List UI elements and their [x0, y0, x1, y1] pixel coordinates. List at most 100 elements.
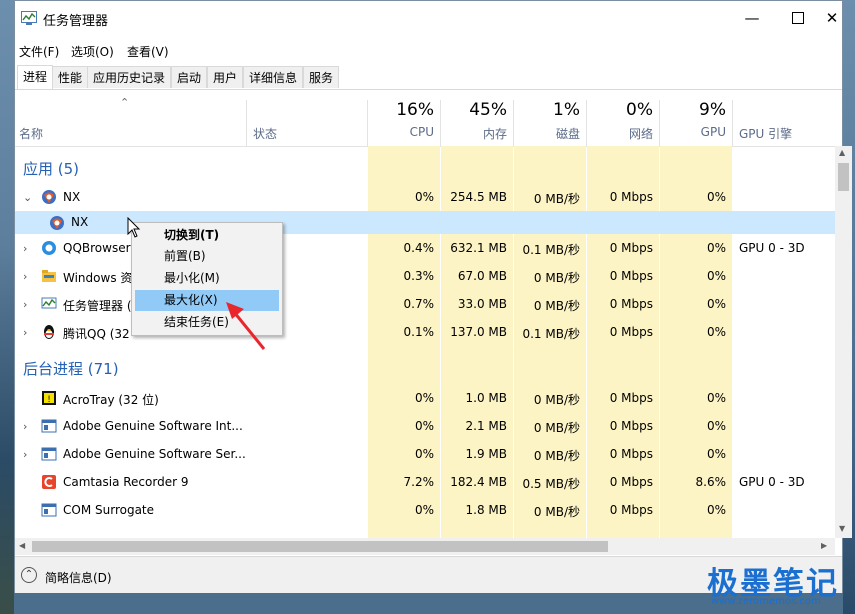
process-list: 应用 (5) ⌄ NX 0% 254.5 MB 0 MB/秒 0 Mbps 0%…: [15, 146, 835, 538]
title-bar[interactable]: 任务管理器 — ✕: [15, 1, 842, 35]
menu-file[interactable]: 文件(F): [19, 43, 59, 60]
vertical-scroll-thumb[interactable]: [838, 163, 849, 191]
cpu-value: 0%: [414, 503, 434, 517]
cpu-value: 0.4%: [403, 241, 435, 255]
process-name: COM Surrogate: [63, 503, 155, 517]
tab-details[interactable]: 详细信息: [243, 66, 304, 88]
ctx-switch-to[interactable]: 切换到(T): [135, 225, 279, 246]
cpu-value: 0%: [414, 391, 434, 405]
disk-percent[interactable]: 1%: [520, 100, 580, 120]
tab-performance[interactable]: 性能: [52, 66, 89, 88]
gpu-percent[interactable]: 9%: [665, 100, 726, 120]
horizontal-scrollbar[interactable]: ◀ ▶: [15, 538, 835, 555]
gpu-value: 0%: [706, 190, 726, 204]
close-icon: ✕: [825, 9, 839, 27]
chevron-right-icon[interactable]: ›: [23, 448, 27, 461]
chevron-right-icon[interactable]: ›: [23, 326, 27, 339]
chevron-right-icon[interactable]: ›: [23, 242, 27, 255]
service-window-icon: [41, 503, 57, 517]
cpu-value: 0%: [414, 190, 434, 204]
cpu-value: 0.7%: [403, 297, 435, 311]
disk-value: 0 MB/秒: [533, 192, 580, 206]
network-value: 0 Mbps: [609, 391, 653, 405]
table-row[interactable]: COM Surrogate 0% 1.8 MB 0 MB/秒 0 Mbps 0%: [15, 496, 835, 524]
maximize-button[interactable]: [775, 1, 821, 35]
qq-penguin-icon: [44, 325, 54, 339]
table-row[interactable]: Camtasia Recorder 9 7.2% 182.4 MB 0.5 MB…: [15, 468, 835, 496]
scroll-left-icon[interactable]: ◀: [19, 541, 25, 550]
gpu-value: 0%: [706, 297, 726, 311]
chevron-right-icon[interactable]: ›: [23, 298, 27, 311]
ctx-bring-to-front[interactable]: 前置(B): [135, 246, 279, 267]
tab-processes[interactable]: 进程: [17, 65, 54, 89]
cpu-percent[interactable]: 16%: [375, 100, 434, 120]
column-gpu-engine[interactable]: GPU 引擎: [739, 125, 792, 142]
gpu-value: 0%: [706, 391, 726, 405]
chevron-right-icon[interactable]: ›: [23, 270, 27, 283]
column-separator: [513, 100, 514, 146]
network-value: 0 Mbps: [609, 475, 653, 489]
column-memory[interactable]: 内存: [445, 125, 507, 142]
network-value: 0 Mbps: [609, 297, 653, 311]
memory-value: 1.8 MB: [465, 503, 507, 517]
column-disk[interactable]: 磁盘: [520, 125, 580, 142]
camtasia-icon: [42, 475, 56, 489]
column-gpu[interactable]: GPU: [665, 125, 726, 139]
svg-text:!: !: [47, 395, 51, 405]
network-value: 0 Mbps: [609, 269, 653, 283]
memory-value: 1.0 MB: [465, 391, 507, 405]
menu-view[interactable]: 查看(V): [127, 43, 169, 60]
disk-value: 0 MB/秒: [533, 421, 580, 435]
menu-options[interactable]: 选项(O): [71, 43, 114, 60]
task-manager-icon: [41, 297, 57, 309]
process-name: Camtasia Recorder 9: [63, 475, 189, 489]
tab-bar: 进程 性能 应用历史记录 启动 用户 详细信息 服务: [15, 63, 842, 90]
memory-percent[interactable]: 45%: [445, 100, 507, 120]
table-row[interactable]: › Adobe Genuine Software Ser... 0% 1.9 M…: [15, 440, 835, 468]
tab-app-history[interactable]: 应用历史记录: [87, 66, 172, 88]
column-cpu[interactable]: CPU: [375, 125, 434, 139]
table-row[interactable]: ! AcroTray (32 位) 0% 1.0 MB 0 MB/秒 0 Mbp…: [15, 384, 835, 412]
scroll-down-icon[interactable]: ▼: [839, 524, 845, 533]
column-name[interactable]: 名称: [19, 125, 43, 142]
memory-value: 1.9 MB: [465, 447, 507, 461]
gpu-value: 0%: [706, 447, 726, 461]
fewer-details-link[interactable]: 简略信息(D): [45, 569, 112, 586]
minimize-button[interactable]: —: [729, 1, 775, 35]
minimize-icon: —: [744, 9, 760, 27]
chevron-right-icon[interactable]: ›: [23, 420, 27, 433]
tab-services[interactable]: 服务: [303, 66, 340, 88]
table-row[interactable]: › Adobe Genuine Software Int... 0% 2.1 M…: [15, 412, 835, 440]
process-name: NX: [63, 190, 81, 204]
vertical-scrollbar[interactable]: ▲ ▼: [835, 146, 852, 538]
network-value: 0 Mbps: [609, 325, 653, 339]
tab-users[interactable]: 用户: [207, 66, 244, 88]
column-status[interactable]: 状态: [253, 125, 277, 142]
column-separator: [586, 100, 587, 146]
network-percent[interactable]: 0%: [593, 100, 653, 120]
process-name: 腾讯QQ (32: [63, 327, 130, 341]
network-value: 0 Mbps: [609, 503, 653, 517]
group-background-processes[interactable]: 后台进程 (71): [23, 358, 119, 379]
ctx-minimize[interactable]: 最小化(M): [135, 268, 279, 289]
nx-app-icon: [50, 216, 64, 230]
column-network[interactable]: 网络: [593, 125, 653, 142]
task-manager-icon: [21, 11, 37, 25]
process-name: QQBrowser: [63, 241, 131, 255]
close-button[interactable]: ✕: [821, 1, 843, 35]
scroll-up-icon[interactable]: ▲: [839, 148, 845, 157]
group-apps[interactable]: 应用 (5): [23, 158, 79, 179]
collapse-circle-icon[interactable]: ⌃: [21, 567, 37, 583]
table-row[interactable]: ⌄ NX 0% 254.5 MB 0 MB/秒 0 Mbps 0%: [15, 183, 835, 211]
scroll-right-icon[interactable]: ▶: [821, 541, 827, 550]
tab-startup[interactable]: 启动: [171, 66, 208, 88]
watermark: 极墨笔记 www.zeromemos.com: [705, 558, 850, 614]
gpu-value: 0%: [706, 503, 726, 517]
chevron-down-icon[interactable]: ⌄: [23, 191, 32, 204]
gpu-value: 8.6%: [695, 475, 727, 489]
process-name: Windows 资: [63, 271, 133, 285]
qqbrowser-icon: [42, 241, 56, 255]
horizontal-scroll-thumb[interactable]: [32, 541, 608, 552]
cpu-value: 0.1%: [403, 325, 435, 339]
memory-value: 137.0 MB: [450, 325, 507, 339]
